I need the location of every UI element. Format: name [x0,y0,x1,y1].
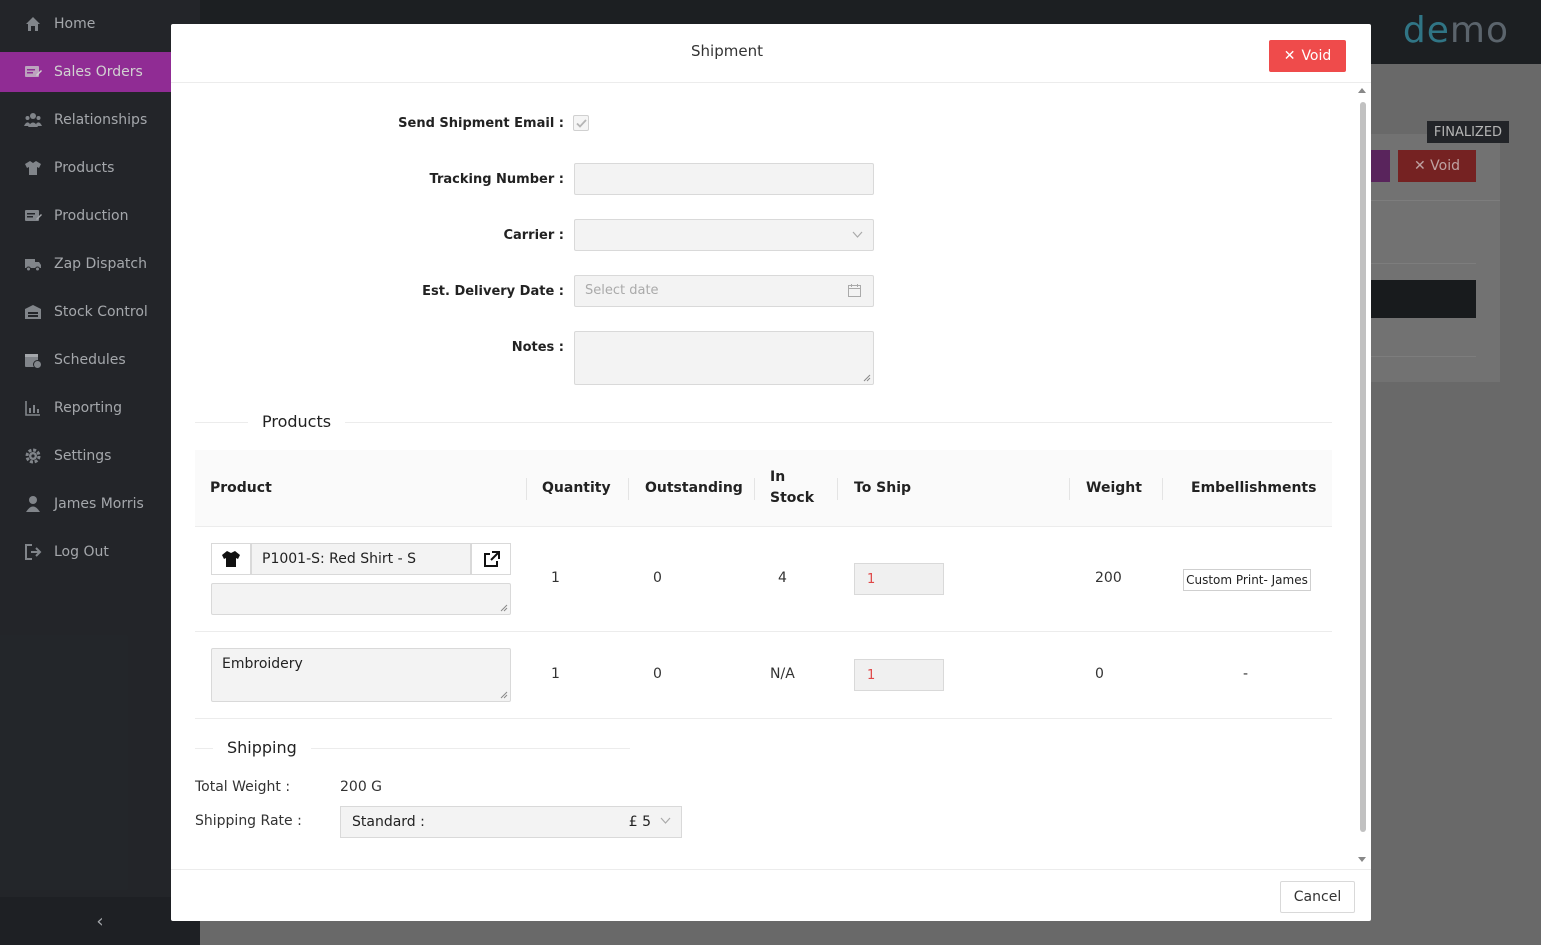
notes-textarea[interactable] [574,331,874,385]
column-weight: Weight [1086,480,1142,496]
row-weight: 0 [1095,666,1104,682]
open-product-button[interactable] [471,543,511,575]
send-email-checkbox[interactable] [573,115,589,131]
shipping-rate-select[interactable]: Standard : £ 5 [340,806,682,838]
products-table-header: Product Quantity Outstanding In Stock To… [195,450,1332,527]
row-in-stock: N/A [770,666,795,682]
modal-header: Shipment ✕ Void [171,24,1371,83]
total-weight-label: Total Weight : [195,779,291,795]
total-weight-value: 200 G [340,779,383,795]
shipping-rate-price: £ 5 [628,814,651,830]
row-divider [195,718,1332,719]
column-separator [754,478,755,500]
modal-body: Send Shipment Email : Tracking Number : … [171,84,1371,869]
modal-footer: Cancel [171,869,1371,921]
carrier-select[interactable] [574,219,874,251]
embroidery-textarea[interactable]: Embroidery [211,648,511,702]
row-quantity: 1 [551,666,560,682]
resize-handle-icon [863,374,871,382]
to-ship-input[interactable]: 1 [854,563,944,595]
void-button[interactable]: ✕ Void [1269,40,1346,72]
column-in-stock-line2: Stock [770,490,815,506]
tracking-number-label: Tracking Number : [429,172,564,187]
cancel-button[interactable]: Cancel [1280,881,1355,913]
notes-label: Notes : [511,340,564,355]
send-email-label: Send Shipment Email : [398,116,564,131]
row-weight: 200 [1095,570,1122,586]
modal-title: Shipment [691,42,763,60]
tracking-number-input[interactable] [574,163,874,195]
shipment-modal: Shipment ✕ Void Send Shipment Email : Tr… [171,24,1371,921]
shipping-section-title: Shipping [213,738,311,757]
embellishment-tag[interactable]: Custom Print- James [1183,569,1311,591]
void-button-label: Void [1301,48,1332,64]
column-in-stock-line1: In [770,469,786,485]
column-separator [1162,478,1163,500]
carrier-label: Carrier : [503,228,564,243]
calendar-icon [848,284,861,297]
row-outstanding: 0 [653,666,662,682]
row-quantity: 1 [551,570,560,586]
chevron-down-icon [660,817,671,824]
resize-handle-icon [500,691,508,699]
delivery-date-input[interactable]: Select date [574,275,874,307]
column-quantity: Quantity [542,480,611,496]
products-divider [195,422,1332,423]
product-name-field[interactable]: P1001-S: Red Shirt - S [251,543,471,575]
products-section-title: Products [248,412,346,431]
scroll-up-icon [1358,88,1366,93]
column-embellishments: Embellishments [1191,480,1317,496]
row-embellishment: - [1243,666,1249,682]
checkmark-icon [575,118,587,128]
close-icon: ✕ [1283,48,1296,64]
chevron-down-icon [852,231,863,238]
shipping-rate-name: Standard : [352,814,425,830]
column-outstanding: Outstanding [645,480,743,496]
product-note-textarea[interactable] [211,583,511,615]
to-ship-input[interactable]: 1 [854,659,944,691]
shirt-icon [222,551,240,567]
scroll-down-icon [1358,857,1366,862]
column-to-ship: To Ship [854,480,912,496]
row-divider [195,631,1332,632]
column-separator [1069,478,1070,500]
external-link-icon [483,550,500,567]
product-thumbnail [211,543,251,575]
resize-handle-icon [500,604,508,612]
column-separator [837,478,838,500]
shipping-rate-label: Shipping Rate : [195,813,302,829]
column-product: Product [210,480,272,496]
delivery-date-label: Est. Delivery Date : [422,284,564,299]
row-in-stock: 4 [778,570,787,586]
row-outstanding: 0 [653,570,662,586]
column-separator [526,478,527,500]
scrollbar-thumb[interactable] [1360,102,1366,832]
column-separator [628,478,629,500]
